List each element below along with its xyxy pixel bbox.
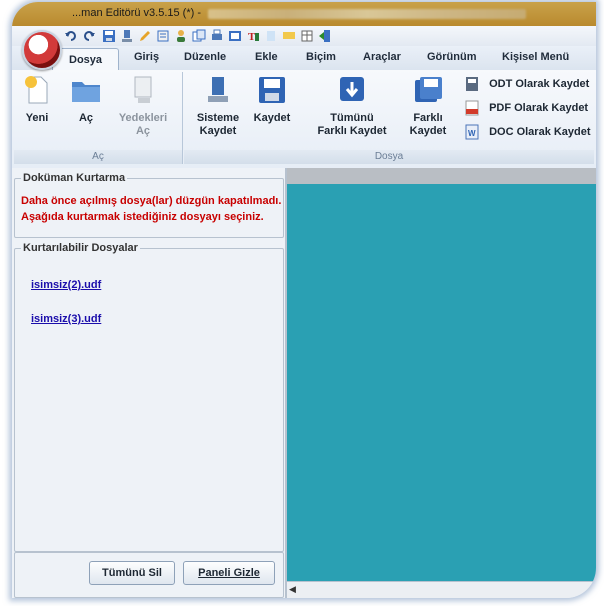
undo-icon[interactable] (64, 29, 78, 43)
tab-giris[interactable]: Giriş (134, 51, 159, 63)
ribbon-tabs: Dosya Giriş Düzenle Ekle Biçim Araçlar G… (12, 46, 596, 71)
svg-text:W: W (468, 129, 476, 138)
redo-icon[interactable] (82, 29, 96, 43)
delete-all-button[interactable]: Tümünü Sil (89, 561, 175, 585)
recoverable-file-link[interactable]: isimsiz(3).udf (31, 313, 101, 325)
doc-icon: W (465, 124, 479, 140)
open-backups-button[interactable]: Yedekleri Aç (112, 74, 174, 138)
window-title: ...man Editörü v3.5.15 (*) - (72, 7, 201, 19)
ribbon: Yeni Aç Yedekleri Aç Aç Sisteme Kaydet K… (12, 70, 596, 169)
preview-icon[interactable] (228, 29, 242, 43)
download-icon (340, 77, 364, 101)
recovery-title: Doküman Kurtarma (21, 172, 128, 184)
tab-duzenle[interactable]: Düzenle (184, 51, 226, 63)
group-label-ac: Aç (14, 150, 182, 164)
quick-access-toolbar: T (12, 26, 596, 46)
save-to-system-button[interactable]: Sisteme Kaydet (192, 74, 244, 138)
save-as-pdf-button[interactable]: PDF Olarak Kaydet (464, 100, 588, 120)
floppy-icon (259, 77, 285, 103)
hide-panel-button[interactable]: Paneli Gizle (183, 561, 275, 585)
new-button[interactable]: Yeni (18, 74, 56, 125)
workspace-ruler (287, 168, 596, 184)
group-label-dosya: Dosya (184, 150, 594, 164)
table-icon[interactable] (300, 29, 314, 43)
recoverable-file-link[interactable]: isimsiz(2).udf (31, 279, 101, 291)
recovery-panel: Doküman Kurtarma Daha önce açılmış dosya… (12, 168, 287, 598)
app-window: ...man Editörü v3.5.15 (*) - T UDF Dosya… (12, 2, 596, 598)
comment-icon[interactable] (282, 29, 296, 43)
text-color-icon[interactable]: T (246, 29, 260, 43)
tab-araclar[interactable]: Araçlar (363, 51, 401, 63)
ribbon-group-ac: Yeni Aç Yedekleri Aç Aç (14, 72, 183, 164)
workspace-canvas[interactable] (287, 184, 596, 582)
system-save-icon[interactable] (120, 29, 134, 43)
title-bar: ...man Editörü v3.5.15 (*) - (12, 2, 596, 26)
computer-icon (208, 77, 228, 102)
save-as-odt-button[interactable]: ODT Olarak Kaydet (464, 76, 589, 96)
print-icon[interactable] (210, 29, 224, 43)
save-as-button[interactable]: Farklı Kaydet (402, 74, 454, 138)
save-all-as-button[interactable]: Tümünü Farklı Kaydet (306, 74, 398, 138)
tab-gorunum[interactable]: Görünüm (427, 51, 477, 63)
highlight-icon[interactable] (264, 29, 278, 43)
title-blurred-path (208, 9, 526, 19)
new-document-icon (25, 76, 48, 104)
list-icon[interactable] (156, 29, 170, 43)
save-button[interactable]: Kaydet (250, 74, 294, 125)
copy-icon[interactable] (192, 29, 206, 43)
horizontal-scrollbar[interactable]: ◀ (287, 581, 596, 598)
users-icon[interactable] (174, 29, 188, 43)
tab-dosya[interactable]: Dosya (52, 48, 120, 70)
recoverable-files-title: Kurtarılabilir Dosyalar (21, 242, 140, 254)
document-workspace: ◀ (287, 168, 596, 598)
save-icon[interactable] (102, 29, 116, 43)
tab-kisisel-menu[interactable]: Kişisel Menü (502, 51, 569, 63)
recoverable-files-fieldset: Kurtarılabilir Dosyalar isimsiz(2).udf i… (14, 242, 284, 552)
tab-bicim[interactable]: Biçim (306, 51, 336, 63)
save-as-icon (415, 77, 442, 102)
odt-icon (466, 77, 478, 91)
recovery-buttons: Tümünü Sil Paneli Gizle (14, 552, 284, 598)
backup-icon (134, 76, 152, 103)
edit-icon[interactable] (138, 29, 152, 43)
ribbon-group-dosya: Sisteme Kaydet Kaydet Tümünü Farklı Kayd… (184, 72, 594, 164)
folder-icon (72, 82, 100, 102)
svg-text:T: T (248, 31, 256, 43)
scroll-left-icon[interactable]: ◀ (289, 584, 299, 596)
recovery-fieldset: Doküman Kurtarma Daha önce açılmış dosya… (14, 172, 284, 238)
recovery-warning: Daha önce açılmış dosya(lar) düzgün kapa… (21, 195, 282, 223)
pdf-icon (465, 100, 479, 116)
tab-ekle[interactable]: Ekle (255, 51, 278, 63)
app-menu-orb[interactable]: UDF (22, 30, 62, 70)
exit-icon[interactable] (318, 29, 332, 43)
open-button[interactable]: Aç (66, 74, 106, 125)
save-as-doc-button[interactable]: W DOC Olarak Kaydet (464, 124, 591, 144)
